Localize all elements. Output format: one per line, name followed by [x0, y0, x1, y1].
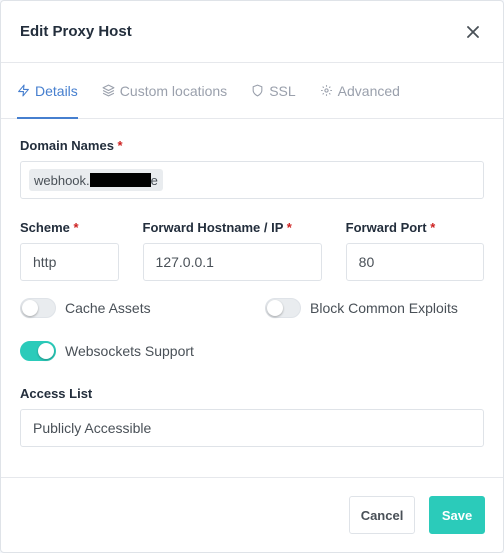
- domain-names-label: Domain Names *: [20, 138, 123, 153]
- scheme-input[interactable]: http: [20, 243, 119, 281]
- close-icon: [467, 25, 479, 38]
- access-list-label: Access List: [20, 386, 93, 401]
- edit-proxy-host-modal: Edit Proxy Host Details Custom locations…: [0, 0, 504, 553]
- scheme-label: Scheme *: [20, 220, 79, 235]
- forward-port-group: Forward Port * 80: [345, 220, 484, 281]
- domain-names-input[interactable]: webhook. e: [20, 161, 484, 199]
- cache-assets-switch[interactable]: [20, 298, 56, 318]
- forward-port-input[interactable]: 80: [345, 243, 484, 281]
- toggle-row-1: Cache Assets Block Common Exploits: [20, 298, 484, 318]
- websockets-switch[interactable]: [20, 341, 56, 361]
- domain-chip-suffix: e: [150, 172, 158, 188]
- access-list-group: Access List Publicly Accessible: [20, 386, 484, 447]
- tab-custom-locations[interactable]: Custom locations: [102, 63, 227, 118]
- cache-assets-toggle[interactable]: Cache Assets: [20, 298, 265, 318]
- save-button[interactable]: Save: [429, 496, 485, 534]
- modal-header: Edit Proxy Host: [1, 1, 503, 63]
- gear-icon: [320, 85, 332, 96]
- lightning-icon: [18, 84, 29, 97]
- forward-host-group: Forward Hostname / IP * 127.0.0.1: [142, 220, 322, 281]
- modal-footer: Cancel Save: [1, 477, 503, 552]
- domain-chip[interactable]: webhook. e: [29, 169, 163, 191]
- domain-chip-prefix: webhook.: [34, 172, 90, 188]
- websockets-toggle[interactable]: Websockets Support: [20, 341, 194, 361]
- scheme-group: Scheme * http: [20, 220, 119, 281]
- shield-icon: [252, 84, 263, 97]
- forward-host-input[interactable]: 127.0.0.1: [142, 243, 322, 281]
- access-list-select[interactable]: Publicly Accessible: [20, 409, 484, 447]
- cancel-button[interactable]: Cancel: [349, 496, 415, 534]
- modal-title: Edit Proxy Host: [20, 23, 132, 40]
- block-exploits-label: Block Common Exploits: [310, 300, 458, 316]
- forward-port-label: Forward Port *: [345, 220, 436, 235]
- tab-advanced-label: Advanced: [337, 82, 400, 99]
- forward-row: Scheme * http Forward Hostname / IP * 12…: [20, 220, 484, 281]
- block-exploits-switch[interactable]: [265, 298, 301, 318]
- cache-assets-label: Cache Assets: [65, 300, 151, 316]
- tab-advanced[interactable]: Advanced: [320, 63, 400, 118]
- redacted-block: [89, 173, 151, 187]
- block-exploits-toggle[interactable]: Block Common Exploits: [265, 298, 458, 318]
- tab-ssl[interactable]: SSL: [251, 63, 296, 118]
- forward-host-label: Forward Hostname / IP *: [142, 220, 292, 235]
- domain-names-group: Domain Names * webhook. e: [20, 138, 484, 199]
- tab-bar: Details Custom locations SSL Advanced: [1, 63, 503, 119]
- close-button[interactable]: [463, 22, 483, 42]
- tab-ssl-label: SSL: [269, 82, 296, 99]
- layers-icon: [102, 84, 115, 97]
- websockets-label: Websockets Support: [65, 343, 194, 359]
- toggle-row-2: Websockets Support: [20, 341, 484, 361]
- form-body: Domain Names * webhook. e Scheme * http …: [1, 138, 503, 447]
- tab-details[interactable]: Details: [17, 63, 78, 119]
- tab-details-label: Details: [35, 82, 78, 99]
- tab-custom-locations-label: Custom locations: [119, 82, 228, 99]
